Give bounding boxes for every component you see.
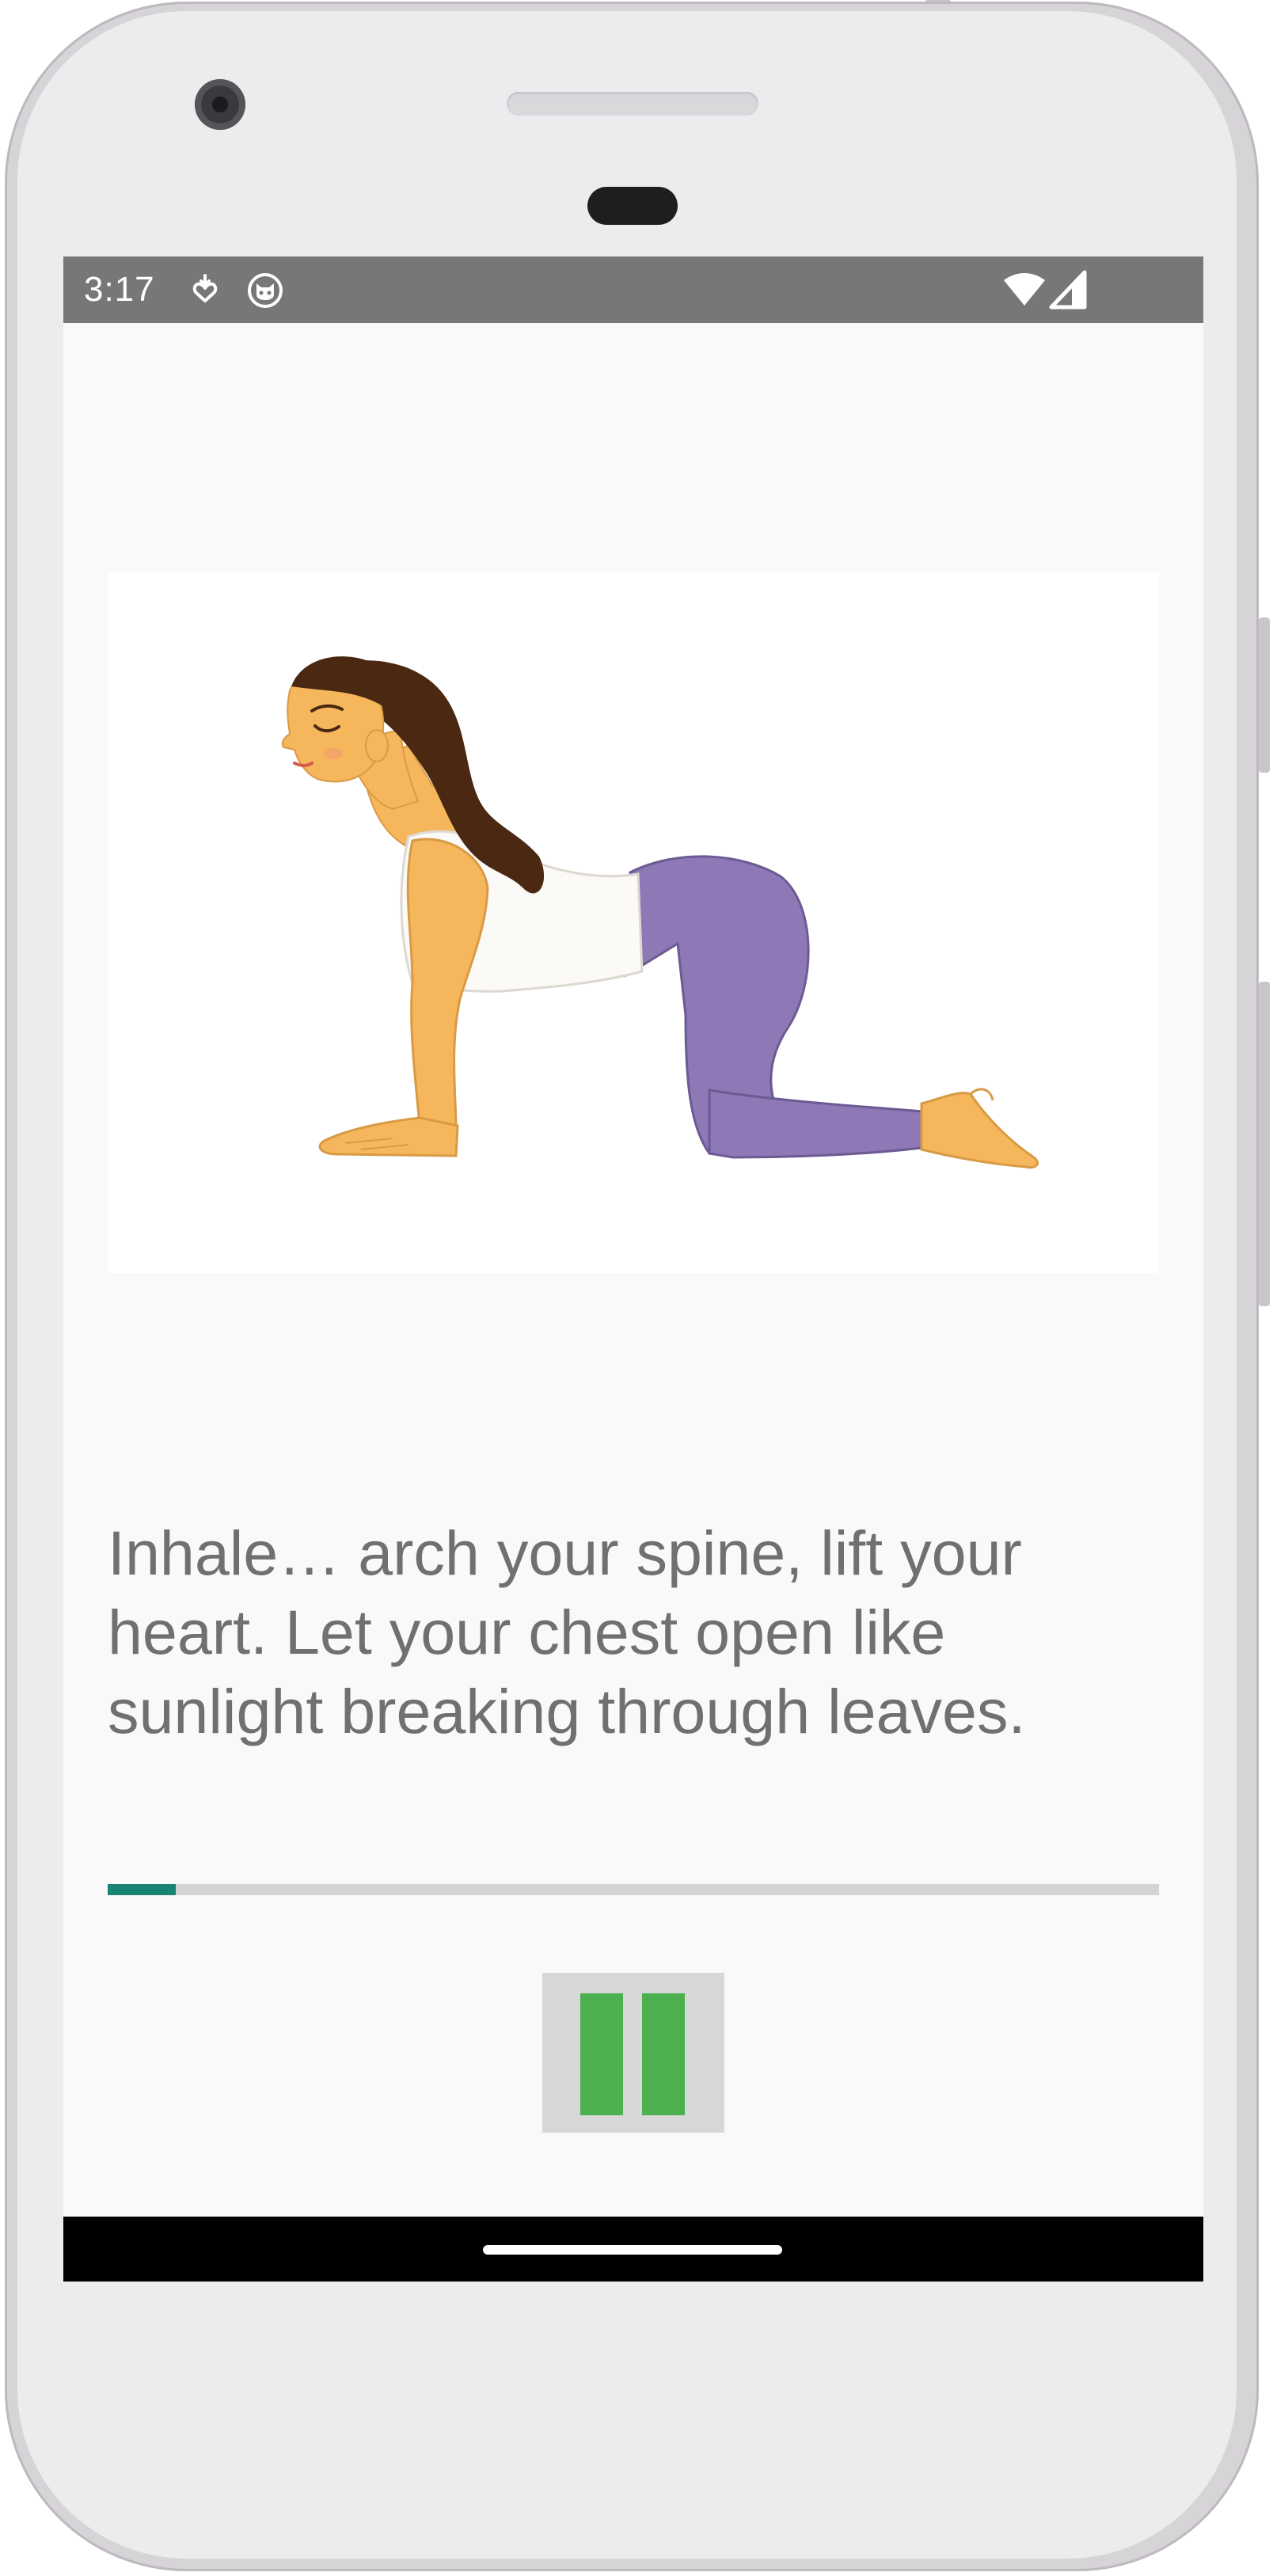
download-heart-icon	[192, 274, 218, 302]
wifi-icon	[1004, 273, 1045, 306]
volume-button	[1259, 982, 1270, 1306]
proximity-sensor	[587, 187, 678, 225]
pose-illustration-card	[108, 572, 1159, 1273]
cat-face-icon	[248, 273, 283, 308]
earpiece-speaker	[507, 92, 758, 116]
pause-bar-right	[642, 1993, 685, 2115]
session-progress-bar	[108, 1884, 1159, 1895]
navigation-bar	[63, 2217, 1203, 2282]
status-bar: 3:17	[63, 256, 1203, 323]
power-button	[1259, 617, 1270, 773]
pause-bar-left	[580, 1993, 623, 2115]
phone-frame: 3:17 Inhale… arch your spine, lift your …	[0, 0, 1273, 2576]
pause-button[interactable]	[542, 1973, 724, 2133]
status-time: 3:17	[84, 270, 155, 309]
session-progress-fill	[108, 1884, 177, 1895]
home-indicator[interactable]	[483, 2245, 782, 2255]
app-screen: 3:17 Inhale… arch your spine, lift your …	[63, 256, 1203, 2282]
cellular-signal-icon	[1049, 270, 1087, 310]
instruction-text: Inhale… arch your spine, lift your heart…	[108, 1518, 1026, 1746]
front-camera	[195, 79, 245, 130]
cat-cow-pose-illustration	[281, 656, 1039, 1169]
